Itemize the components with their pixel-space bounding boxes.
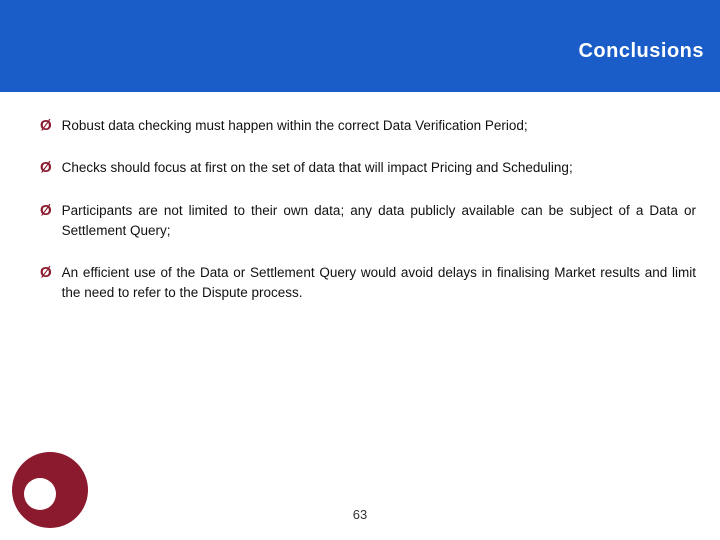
list-item: Ø An efficient use of the Data or Settle… [40, 263, 696, 304]
page-number: 63 [353, 507, 367, 522]
bullet-text-1: Robust data checking must happen within … [62, 116, 528, 136]
bullet-arrow-4: Ø [40, 264, 52, 281]
bullet-text-4: An efficient use of the Data or Settleme… [62, 263, 696, 304]
bullet-arrow-1: Ø [40, 117, 52, 134]
bullet-arrow-3: Ø [40, 202, 52, 219]
bullet-arrow-2: Ø [40, 159, 52, 176]
logo-circle [10, 450, 90, 530]
slide: Conclusions Ø Robust data checking must … [0, 0, 720, 540]
content-area: Ø Robust data checking must happen withi… [0, 92, 720, 540]
bullet-text-3: Participants are not limited to their ow… [62, 201, 696, 242]
slide-title: Conclusions [578, 40, 704, 63]
bullet-list: Ø Robust data checking must happen withi… [40, 116, 696, 326]
list-item: Ø Robust data checking must happen withi… [40, 116, 696, 136]
bullet-text-2: Checks should focus at first on the set … [62, 158, 573, 178]
list-item: Ø Checks should focus at first on the se… [40, 158, 696, 178]
list-item: Ø Participants are not limited to their … [40, 201, 696, 242]
